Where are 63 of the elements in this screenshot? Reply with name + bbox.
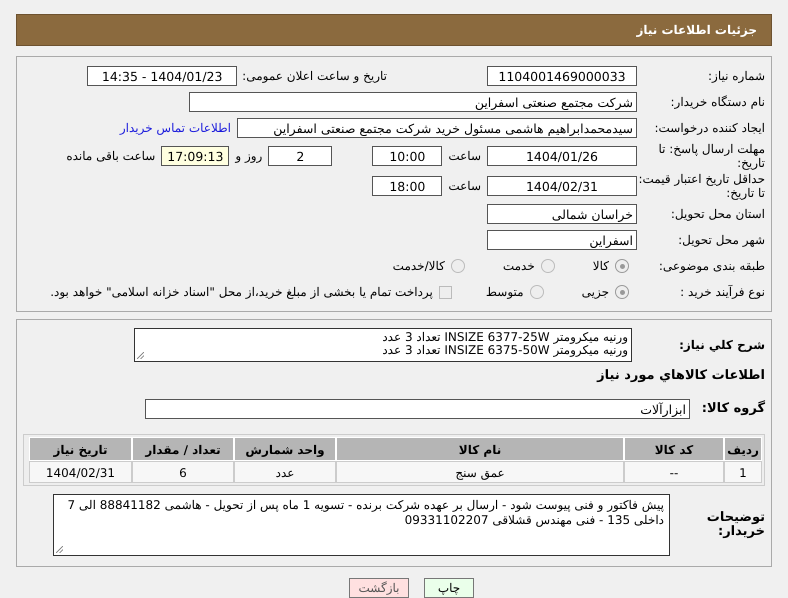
checkbox[interactable] (438, 286, 452, 298)
need-number-field: 1104001469000033 (487, 66, 637, 86)
buyer-notes-text-area[interactable]: پیش فاکتور و فنی پیوست شود - ارسال بر عهده شرکت برنده - تسویه 1 ماه پس از تحویل - هاشمی 88841182 الی 7 داخلی 135 - فنی مهندس قشلاقی 09331102207 (53, 494, 670, 556)
field-label: حداقل تاریخ اعتبار قیمت: تا تاریخ: (637, 172, 765, 200)
section-heading: اطلاعات کالاهاي مورد نیاز (596, 368, 765, 385)
description-text-area[interactable]: ورنیه میکرومتر INSIZE 6377-25W تعداد 3 عدد ورنیه میکرومتر INSIZE 6375-50W تعداد 3 عدد (134, 328, 632, 362)
back-button[interactable]: بازگشت (349, 578, 409, 598)
print-button[interactable]: چاپ (424, 578, 474, 598)
radio-button[interactable] (450, 259, 465, 273)
radio-button[interactable] (540, 259, 555, 273)
field-label: توضیحات خریدار: (706, 511, 765, 539)
column-header: تاریخ نیاز (29, 437, 132, 461)
field-label: نام دستگاه خریدار: (670, 95, 765, 109)
radio-label: جزیی (582, 285, 609, 299)
field-label: طبقه بندی موضوعی: (658, 259, 765, 273)
field-label: نوع فرآیند خرید : (679, 285, 765, 299)
field-label: گروه کالا: (700, 402, 765, 416)
field-label: ایجاد کننده درخواست: (653, 121, 765, 135)
column-header: واحد شمارش (234, 437, 336, 461)
province-field: خراسان شمالی (487, 204, 637, 224)
table-cell: عمق سنج (336, 461, 624, 483)
radio-button[interactable] (615, 285, 629, 299)
table-cell: 6 (132, 461, 234, 483)
deadline-date-field: 1404/01/26 (487, 146, 637, 166)
column-header: ردیف (724, 437, 762, 461)
buyer-contact-link[interactable]: اطلاعات تماس خریدار (120, 121, 231, 135)
radio-label: کالا/خدمت (392, 259, 445, 273)
field-label: شهر محل تحویل: (677, 233, 765, 247)
requester-field: سیدمحمدابراهیم هاشمی مسئول خرید شرکت مجتمع صنعتی اسفراین (237, 118, 637, 138)
radio-label: خدمت (502, 259, 535, 273)
buyer-org-field: شرکت مجتمع صنعتی اسفراین (189, 92, 637, 112)
column-header: تعداد / مقدار (132, 437, 234, 461)
validity-date-field: 1404/02/31 (487, 176, 637, 196)
field-label: استان محل تحویل: (670, 207, 765, 221)
table-cell: -- (624, 461, 724, 483)
table-cell: عدد (234, 461, 336, 483)
column-header: نام کالا (336, 437, 624, 461)
column-header: کد کالا (624, 437, 724, 461)
page-title: جزئیات اطلاعات نیاز (16, 14, 772, 46)
checkbox-label: پرداخت تمام یا بخشی از مبلغ خرید،از محل "اسناد خزانه اسلامی" خواهد بود. (50, 285, 433, 299)
radio-button[interactable] (530, 285, 544, 299)
field-label: تاریخ و ساعت اعلان عمومی: (242, 69, 387, 83)
field-label: ساعت (448, 179, 481, 193)
deadline-time-field: 10:00 (372, 146, 442, 166)
field-label: ساعت باقی مانده (66, 149, 156, 163)
radio-button[interactable] (615, 259, 629, 273)
field-label: شماره نیاز: (707, 69, 765, 83)
validity-time-field: 18:00 (372, 176, 442, 196)
goods-group-field: ابزارآلات (145, 399, 690, 419)
radio-label: متوسط (486, 285, 524, 299)
field-label: مهلت ارسال پاسخ: تا تاریخ: (657, 142, 765, 170)
table-cell: 1 (724, 461, 762, 483)
field-label: شرح کلي نیاز: (678, 338, 765, 352)
days-field: 2 (268, 146, 332, 166)
resize-grip-icon[interactable] (137, 352, 144, 359)
field-label: ساعت (448, 149, 481, 163)
table-cell: 1404/02/31 (29, 461, 132, 483)
announce-date-field: 1404/01/23 - 14:35 (87, 66, 238, 86)
radio-label: کالا (592, 259, 609, 273)
field-label: روز و (235, 149, 262, 163)
resize-grip-icon[interactable] (56, 546, 63, 553)
city-field: اسفراین (487, 230, 637, 250)
remaining-time-field: 17:09:13 (161, 146, 230, 166)
